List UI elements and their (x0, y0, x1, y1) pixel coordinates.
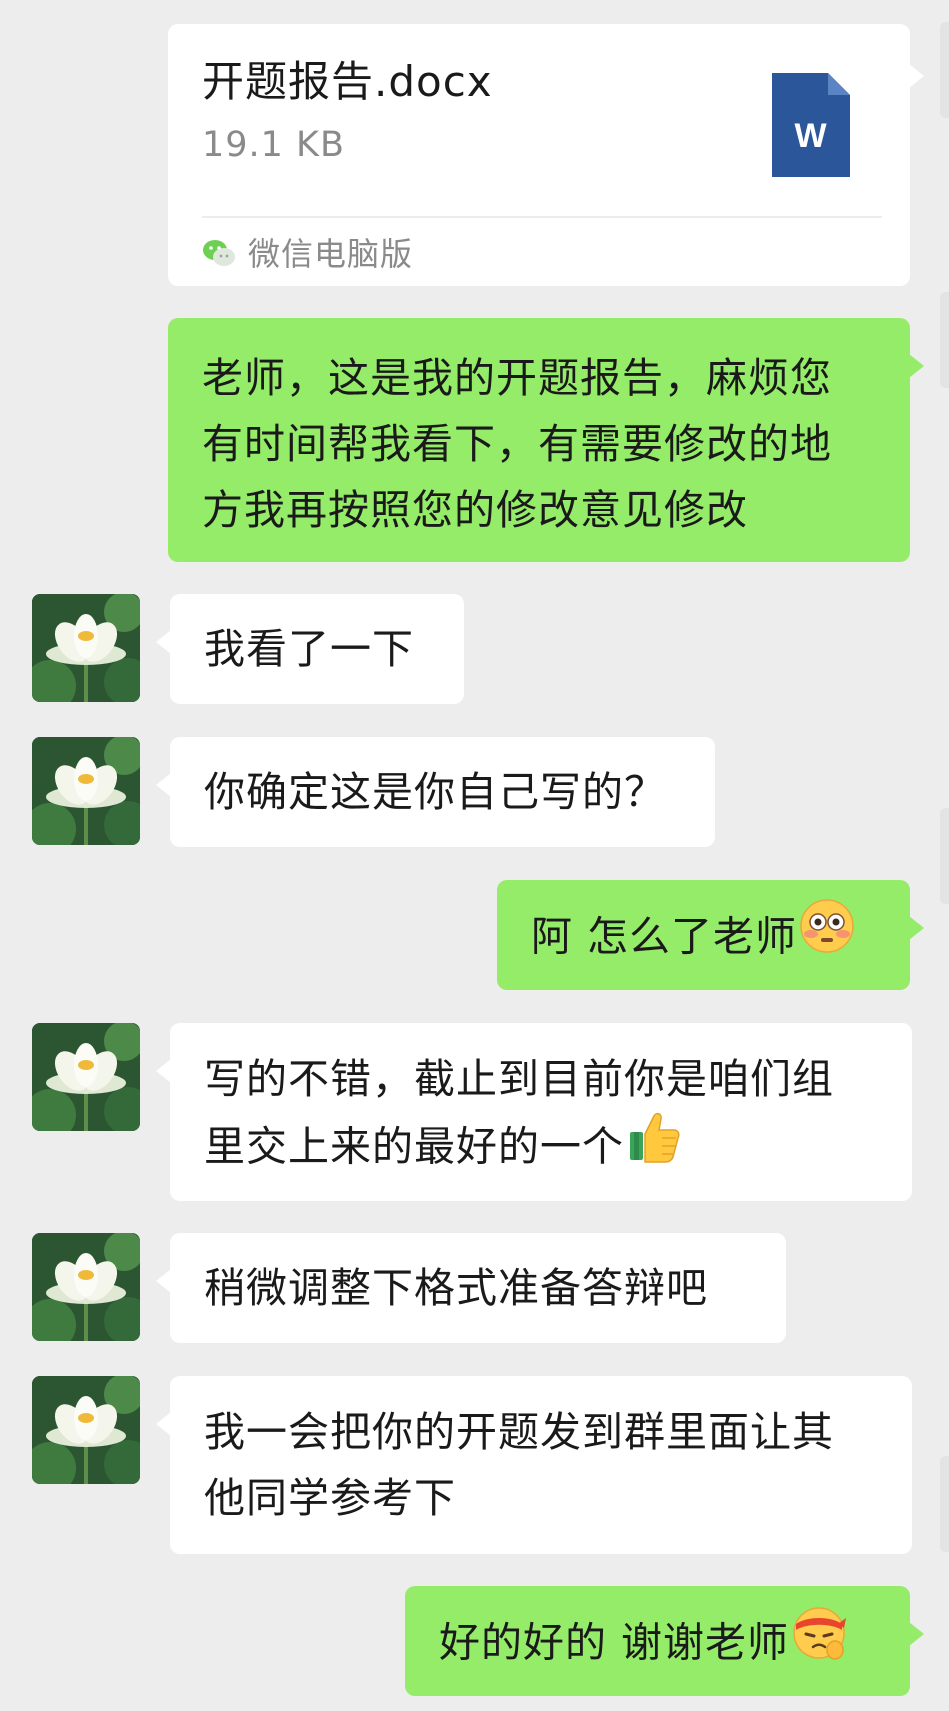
my-avatar-edge[interactable] (940, 1456, 949, 1552)
wechat-logo-icon (202, 221, 236, 287)
lotus-flower-avatar (32, 594, 140, 702)
file-type-letter: W (794, 117, 827, 155)
lotus-flower-avatar (32, 1233, 140, 1341)
message-text: 好的好的 谢谢老师 (439, 1607, 910, 1683)
word-document-icon: W (772, 73, 850, 177)
teacher-avatar[interactable] (32, 1233, 140, 1341)
my-avatar-edge[interactable] (940, 808, 949, 904)
message-text: 老师，这是我的开题报告，麻烦您 有时间帮我看下，有需要修改的地 方我再按照您的修… (202, 354, 832, 534)
received-message-bubble[interactable]: 写的不错，截止到目前你是咱们组 里交上来的最好的一个 (156, 1023, 912, 1201)
message-text: 我看了一下 (204, 625, 414, 673)
lotus-flower-avatar (32, 1376, 140, 1484)
file-card-divider (202, 216, 882, 218)
file-source-label: 微信电脑版 (248, 235, 414, 273)
lotus-flower-avatar (32, 737, 140, 845)
file-source: 微信电脑版 (202, 232, 413, 276)
teacher-avatar[interactable] (32, 1023, 140, 1131)
message-text: 稍微调整下格式准备答辩吧 (204, 1264, 708, 1312)
thumbs-up-emoji (626, 1108, 682, 1183)
teacher-avatar[interactable] (32, 737, 140, 845)
sent-message-bubble[interactable]: 好的好的 谢谢老师 (405, 1586, 924, 1696)
received-message-bubble[interactable]: 你确定这是你自己写的？ (156, 737, 715, 847)
message-text: 写的不错，截止到目前你是咱们组 里交上来的最好的一个 (204, 1046, 912, 1187)
my-avatar-edge[interactable] (940, 22, 949, 118)
saluting-headband-face-emoji (791, 1604, 847, 1679)
my-avatar-edge[interactable] (940, 292, 949, 388)
lotus-flower-avatar (32, 1023, 140, 1131)
chat-area: 开题报告.docx 19.1 KB W 微信电脑版 老师，这是我的开题报告，麻烦… (0, 0, 949, 1711)
received-message-bubble[interactable]: 我一会把你的开题发到群里面让其 他同学参考下 (156, 1376, 912, 1554)
message-text: 阿 怎么了老师 (531, 899, 910, 977)
sent-message-bubble[interactable]: 阿 怎么了老师 (497, 880, 924, 990)
message-text: 我一会把你的开题发到群里面让其 他同学参考下 (204, 1408, 834, 1522)
file-size: 19.1 KB (202, 125, 346, 165)
sent-message-bubble[interactable]: 老师，这是我的开题报告，麻烦您 有时间帮我看下，有需要修改的地 方我再按照您的修… (168, 318, 924, 562)
message-text: 你确定这是你自己写的？ (204, 768, 666, 816)
flushed-face-emoji (799, 898, 855, 973)
file-message-card[interactable]: 开题报告.docx 19.1 KB W 微信电脑版 (168, 24, 924, 286)
received-message-bubble[interactable]: 我看了一下 (156, 594, 464, 704)
file-name: 开题报告.docx (202, 57, 493, 106)
received-message-bubble[interactable]: 稍微调整下格式准备答辩吧 (156, 1233, 786, 1343)
teacher-avatar[interactable] (32, 1376, 140, 1484)
teacher-avatar[interactable] (32, 594, 140, 702)
